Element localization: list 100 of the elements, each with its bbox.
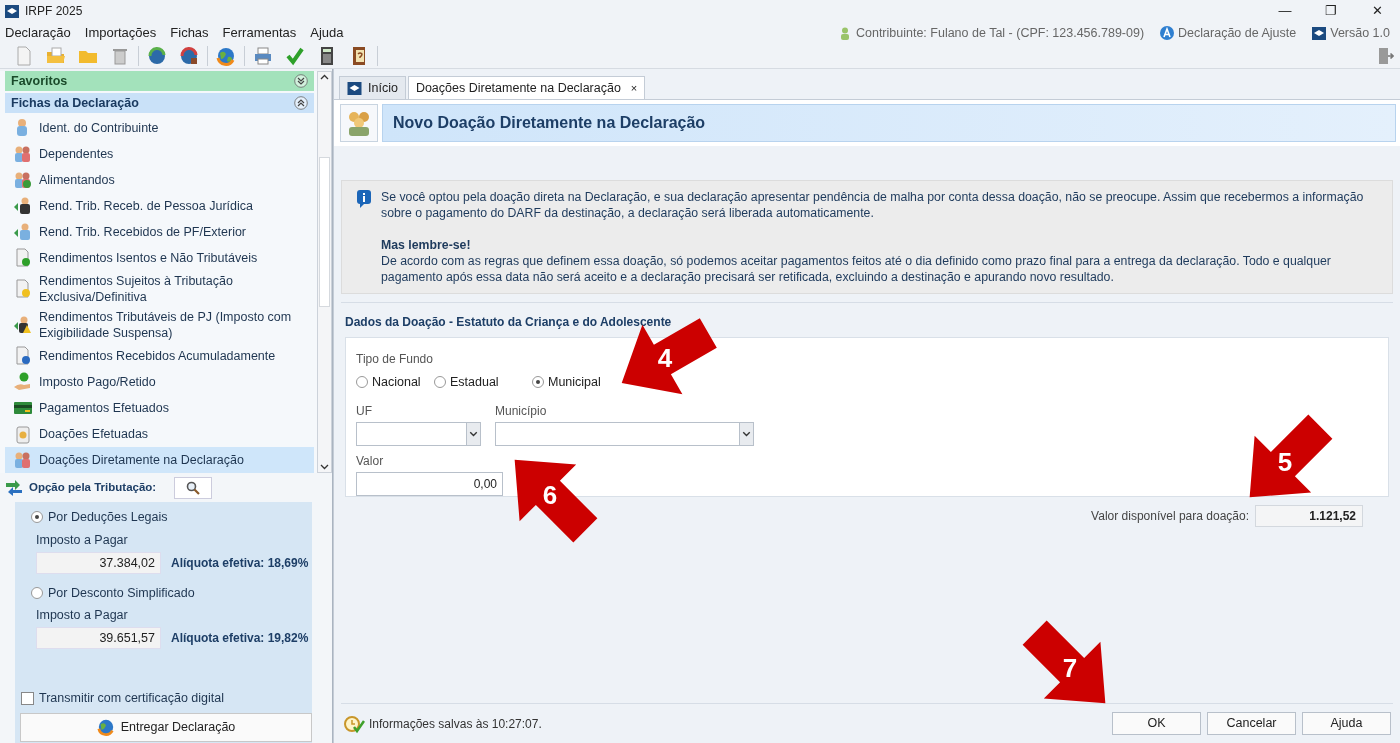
search-button[interactable] bbox=[174, 477, 213, 499]
globe-icon[interactable] bbox=[96, 718, 115, 737]
sidebar-item[interactable]: Rendimentos Recebidos Acumuladamente bbox=[5, 343, 314, 369]
sidebar-item[interactable]: Rendimentos Tributáveis de PJ (Imposto com Exigibilidade Suspensa) bbox=[5, 307, 314, 343]
annotation-number: 4 bbox=[657, 344, 673, 372]
document-check-icon bbox=[13, 248, 33, 268]
clock-check-icon bbox=[343, 713, 365, 734]
contributor-label: Contribuinte: Fulano de Tal - (CPF: 123.456.789-09) bbox=[855, 24, 1145, 42]
available-label: Valor disponível para doação: bbox=[1091, 508, 1249, 525]
tax-value: 39.651,57 bbox=[36, 627, 161, 649]
swap-arrows-icon bbox=[5, 480, 23, 496]
info-heading: Mas lembre-se! bbox=[381, 237, 472, 253]
restore-button[interactable]: ❐ bbox=[1308, 0, 1354, 22]
jar-coin-icon bbox=[13, 424, 33, 444]
checkmark-icon[interactable] bbox=[285, 46, 305, 66]
annotation-number: 5 bbox=[1277, 448, 1293, 476]
people-icon bbox=[13, 450, 33, 470]
section-header[interactable]: Fichas da Declaração bbox=[5, 93, 314, 113]
menu-item[interactable]: Ajuda bbox=[310, 23, 344, 43]
search-icon[interactable] bbox=[186, 481, 201, 495]
radio-button[interactable] bbox=[31, 586, 43, 599]
printer-icon[interactable] bbox=[253, 46, 273, 66]
tax-rate: Alíquota efetiva: 19,82% bbox=[171, 630, 309, 647]
app-icon bbox=[1312, 26, 1327, 40]
valor-input[interactable]: 0,00 bbox=[356, 471, 503, 496]
window-title: IRPF 2025 bbox=[25, 3, 83, 20]
person-arrow-icon bbox=[13, 196, 33, 216]
radio-button[interactable] bbox=[434, 376, 446, 389]
chevron-down-icon[interactable] bbox=[466, 422, 480, 445]
field-label: Imposto a Pagar bbox=[36, 607, 129, 625]
checkbox[interactable] bbox=[21, 691, 34, 705]
dialog-button[interactable]: Ajuda bbox=[1302, 712, 1391, 735]
scrollbar[interactable] bbox=[317, 71, 332, 473]
tab[interactable]: Início bbox=[339, 76, 406, 99]
sidebar-item[interactable]: Imposto Pago/Retido bbox=[5, 369, 314, 395]
field-label: Imposto a Pagar bbox=[36, 531, 129, 549]
info-text: Se você optou pela doação direta na Declaração, e sua declaração apresentar pendência de malha por conta dessa doação, não se preocupe. Assim que recebermos a informação sobre o pagamento do DARF da destinação, a declaração será liberada automaticamente. bbox=[381, 189, 1365, 221]
trash-icon[interactable] bbox=[110, 46, 130, 66]
chevron-down-icon[interactable] bbox=[320, 464, 329, 470]
sidebar-item[interactable]: Pagamentos Efetuados bbox=[5, 395, 314, 421]
sidebar-item[interactable]: Alimentandos bbox=[5, 167, 314, 193]
dialog-button[interactable]: Cancelar bbox=[1207, 712, 1296, 735]
field-label: Tipo de Fundo bbox=[356, 351, 433, 368]
radio-button[interactable] bbox=[356, 376, 368, 389]
radio-button[interactable] bbox=[31, 511, 43, 524]
exit-icon[interactable] bbox=[1378, 47, 1394, 65]
close-button[interactable]: ✕ bbox=[1354, 0, 1400, 22]
sidebar-item[interactable]: Ident. do Contribuinte bbox=[5, 115, 314, 141]
globe-lock-icon[interactable] bbox=[179, 46, 199, 66]
sidebar-item[interactable]: Rendimentos Sujeitos à Tributação Exclusiva/Definitiva bbox=[5, 271, 314, 307]
form-title: Novo Doação Diretamente na Declaração bbox=[393, 113, 706, 133]
section-title: Dados da Doação - Estatuto da Criança e do Adolescente bbox=[345, 314, 673, 331]
people-plus-icon bbox=[13, 170, 33, 190]
sidebar-item[interactable]: Rend. Trib. Recebidos de PF/Exterior bbox=[5, 219, 314, 245]
submit-button[interactable]: Entregar Declaração bbox=[20, 712, 312, 742]
app-icon bbox=[5, 4, 19, 18]
dialog-button[interactable]: OK bbox=[1112, 712, 1201, 735]
radio-button[interactable] bbox=[532, 376, 544, 389]
document-arrow-icon bbox=[13, 346, 33, 366]
collapse-icon[interactable] bbox=[294, 96, 308, 110]
section-header[interactable]: Favoritos bbox=[5, 71, 314, 91]
available-value: 1.121,52 bbox=[1255, 505, 1363, 527]
sidebar-item[interactable]: Dependentes bbox=[5, 141, 314, 167]
tax-option-title: Opção pela Tributação: bbox=[29, 480, 157, 496]
person-arrow-icon bbox=[13, 222, 33, 242]
option-label: Estadual bbox=[450, 374, 499, 391]
menu-item[interactable]: Declaração bbox=[5, 23, 71, 43]
sidebar-item[interactable]: Rend. Trib. Receb. de Pessoa Jurídica bbox=[5, 193, 314, 219]
field-label: Valor bbox=[356, 452, 384, 470]
app-icon[interactable] bbox=[347, 81, 362, 95]
tax-rate: Alíquota efetiva: 18,69% bbox=[171, 554, 309, 572]
option-label: Por Desconto Simplificado bbox=[48, 584, 195, 602]
chevron-up-icon[interactable] bbox=[320, 74, 329, 80]
letter-a-icon bbox=[1160, 26, 1175, 40]
chevron-down-icon[interactable] bbox=[739, 422, 753, 445]
status-message: Informações salvas às 10:27:07. bbox=[369, 715, 542, 733]
sidebar-item[interactable]: Rendimentos Isentos e Não Tributáveis bbox=[5, 245, 314, 271]
option-label: Municipal bbox=[548, 374, 601, 391]
checkbox-label: Transmitir com certificação digital bbox=[39, 690, 224, 707]
sidebar-item[interactable]: Doações Efetuadas bbox=[5, 421, 314, 447]
menu-item[interactable]: Fichas bbox=[170, 23, 209, 43]
field-label: Município bbox=[495, 402, 548, 420]
globe-icon[interactable] bbox=[216, 46, 236, 66]
person-warning-icon bbox=[13, 315, 33, 335]
annotation-number: 6 bbox=[542, 481, 558, 509]
info-icon bbox=[357, 190, 371, 208]
minimize-button[interactable]: — bbox=[1262, 0, 1308, 22]
people-icon bbox=[13, 144, 33, 164]
annotation-number: 7 bbox=[1062, 654, 1078, 682]
declaration-type-label: Declaração de Ajuste bbox=[1178, 24, 1297, 42]
sidebar-item[interactable]: Doações Diretamente na Declaração bbox=[5, 447, 314, 473]
menu-item[interactable]: Importações bbox=[84, 23, 157, 43]
tab[interactable]: Doações Diretamente na Declaração × bbox=[407, 76, 646, 99]
menu-item[interactable]: Ferramentas bbox=[222, 23, 297, 43]
tax-value: 37.384,02 bbox=[36, 551, 161, 574]
expand-icon[interactable] bbox=[294, 74, 308, 88]
close-tab-button[interactable]: × bbox=[630, 79, 638, 97]
field-label: UF bbox=[356, 402, 373, 420]
info-text: De acordo com as regras que definem essa doação, só podemos aceitar pagamentos feitos até o dia definido como prazo final para a entrega da declaração. Todo e qualquer pagamento após essa data não será aceito e a declaração precisará ser retificada, excluindo a destinação e apurando novo resultado. bbox=[381, 253, 1332, 285]
option-label: Nacional bbox=[372, 374, 421, 391]
